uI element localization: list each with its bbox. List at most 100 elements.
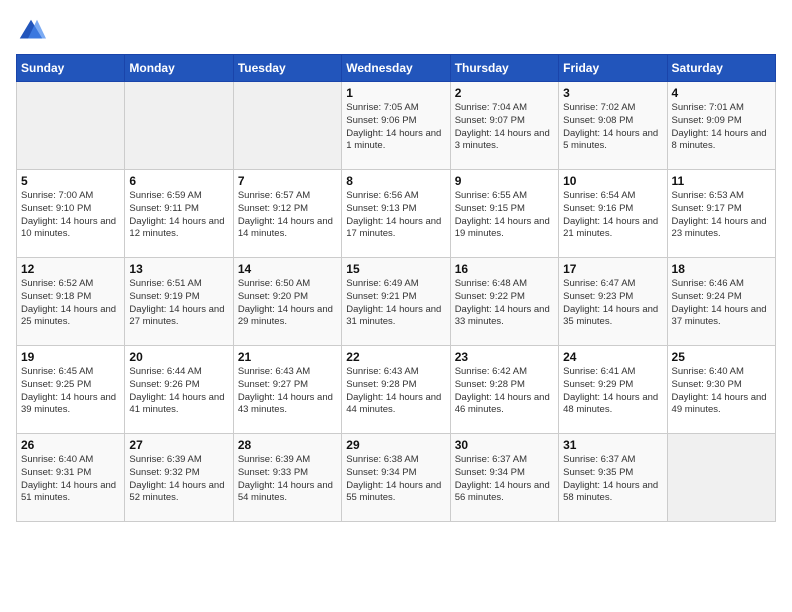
sunset-text: Sunset: 9:27 PM [238,379,337,392]
calendar-cell: 23Sunrise: 6:42 AMSunset: 9:28 PMDayligh… [450,346,558,434]
day-info: Sunrise: 6:37 AMSunset: 9:35 PMDaylight:… [563,454,662,505]
sunset-text: Sunset: 9:28 PM [346,379,445,392]
sunset-text: Sunset: 9:13 PM [346,203,445,216]
day-number: 10 [563,174,662,188]
day-number: 1 [346,86,445,100]
day-number: 15 [346,262,445,276]
weekday-header-wednesday: Wednesday [342,55,450,82]
sunrise-text: Sunrise: 6:37 AM [563,454,662,467]
daylight-text: Daylight: 14 hours and 41 minutes. [129,392,228,418]
sunset-text: Sunset: 9:15 PM [455,203,554,216]
calendar-cell: 4Sunrise: 7:01 AMSunset: 9:09 PMDaylight… [667,82,775,170]
daylight-text: Daylight: 14 hours and 25 minutes. [21,304,120,330]
day-number: 13 [129,262,228,276]
day-info: Sunrise: 6:39 AMSunset: 9:33 PMDaylight:… [238,454,337,505]
sunset-text: Sunset: 9:12 PM [238,203,337,216]
weekday-header-thursday: Thursday [450,55,558,82]
sunset-text: Sunset: 9:30 PM [672,379,771,392]
day-number: 11 [672,174,771,188]
day-number: 30 [455,438,554,452]
day-number: 29 [346,438,445,452]
day-number: 21 [238,350,337,364]
daylight-text: Daylight: 14 hours and 27 minutes. [129,304,228,330]
sunset-text: Sunset: 9:26 PM [129,379,228,392]
day-info: Sunrise: 6:57 AMSunset: 9:12 PMDaylight:… [238,190,337,241]
daylight-text: Daylight: 14 hours and 46 minutes. [455,392,554,418]
sunset-text: Sunset: 9:28 PM [455,379,554,392]
sunrise-text: Sunrise: 7:04 AM [455,102,554,115]
day-number: 18 [672,262,771,276]
sunrise-text: Sunrise: 6:43 AM [238,366,337,379]
day-info: Sunrise: 6:42 AMSunset: 9:28 PMDaylight:… [455,366,554,417]
day-info: Sunrise: 6:53 AMSunset: 9:17 PMDaylight:… [672,190,771,241]
daylight-text: Daylight: 14 hours and 54 minutes. [238,480,337,506]
calendar-cell: 8Sunrise: 6:56 AMSunset: 9:13 PMDaylight… [342,170,450,258]
day-number: 31 [563,438,662,452]
sunrise-text: Sunrise: 6:56 AM [346,190,445,203]
day-info: Sunrise: 6:39 AMSunset: 9:32 PMDaylight:… [129,454,228,505]
sunset-text: Sunset: 9:17 PM [672,203,771,216]
sunrise-text: Sunrise: 7:05 AM [346,102,445,115]
day-info: Sunrise: 6:40 AMSunset: 9:31 PMDaylight:… [21,454,120,505]
daylight-text: Daylight: 14 hours and 49 minutes. [672,392,771,418]
day-number: 9 [455,174,554,188]
weekday-header-sunday: Sunday [17,55,125,82]
day-info: Sunrise: 6:54 AMSunset: 9:16 PMDaylight:… [563,190,662,241]
calendar-cell: 14Sunrise: 6:50 AMSunset: 9:20 PMDayligh… [233,258,341,346]
calendar-cell: 7Sunrise: 6:57 AMSunset: 9:12 PMDaylight… [233,170,341,258]
sunrise-text: Sunrise: 6:55 AM [455,190,554,203]
sunrise-text: Sunrise: 6:49 AM [346,278,445,291]
weekday-header-monday: Monday [125,55,233,82]
calendar-cell: 6Sunrise: 6:59 AMSunset: 9:11 PMDaylight… [125,170,233,258]
calendar-header: SundayMondayTuesdayWednesdayThursdayFrid… [17,55,776,82]
daylight-text: Daylight: 14 hours and 19 minutes. [455,216,554,242]
daylight-text: Daylight: 14 hours and 1 minute. [346,128,445,154]
calendar-cell: 22Sunrise: 6:43 AMSunset: 9:28 PMDayligh… [342,346,450,434]
calendar-cell: 5Sunrise: 7:00 AMSunset: 9:10 PMDaylight… [17,170,125,258]
sunrise-text: Sunrise: 6:39 AM [238,454,337,467]
calendar-cell: 13 Sunrise: 6:51 AMSunset: 9:19 PMDayligh… [125,258,233,346]
sunrise-text: Sunrise: 6:40 AM [21,454,120,467]
calendar-body: 1Sunrise: 7:05 AMSunset: 9:06 PMDaylight… [17,82,776,522]
sunset-text: Sunset: 9:19 PM [129,291,228,304]
sunrise-text: Sunrise: 6:48 AM [455,278,554,291]
daylight-text: Daylight: 14 hours and 51 minutes. [21,480,120,506]
calendar-cell: 9 Sunrise: 6:55 AMSunset: 9:15 PMDaylight… [450,170,558,258]
daylight-text: Daylight: 14 hours and 35 minutes. [563,304,662,330]
day-number: 17 [563,262,662,276]
sunset-text: Sunset: 9:06 PM [346,115,445,128]
daylight-text: Daylight: 14 hours and 39 minutes. [21,392,120,418]
calendar-cell: 15Sunrise: 6:49 AMSunset: 9:21 PMDayligh… [342,258,450,346]
calendar-cell [17,82,125,170]
sunset-text: Sunset: 9:07 PM [455,115,554,128]
day-info: Sunrise: 6:40 AMSunset: 9:30 PMDaylight:… [672,366,771,417]
calendar-cell: 26Sunrise: 6:40 AMSunset: 9:31 PMDayligh… [17,434,125,522]
day-number: 16 [455,262,554,276]
sunset-text: Sunset: 9:16 PM [563,203,662,216]
calendar-cell: 12Sunrise: 6:52 AMSunset: 9:18 PMDayligh… [17,258,125,346]
day-number: 20 [129,350,228,364]
daylight-text: Daylight: 14 hours and 10 minutes. [21,216,120,242]
calendar-cell [667,434,775,522]
sunset-text: Sunset: 9:35 PM [563,467,662,480]
daylight-text: Daylight: 14 hours and 48 minutes. [563,392,662,418]
sunset-text: Sunset: 9:22 PM [455,291,554,304]
calendar-cell: 25Sunrise: 6:40 AMSunset: 9:30 PMDayligh… [667,346,775,434]
sunrise-text: Sunrise: 6:40 AM [672,366,771,379]
day-info: Sunrise: 6:43 AMSunset: 9:27 PMDaylight:… [238,366,337,417]
daylight-text: Daylight: 14 hours and 3 minutes. [455,128,554,154]
sunrise-text: Sunrise: 6:45 AM [21,366,120,379]
day-info: Sunrise: 6:52 AMSunset: 9:18 PMDaylight:… [21,278,120,329]
sunrise-text: Sunrise: 6:53 AM [672,190,771,203]
calendar-cell [233,82,341,170]
day-number: 8 [346,174,445,188]
day-number: 3 [563,86,662,100]
sunrise-text: Sunrise: 6:51 AM [129,278,228,291]
calendar-cell: 19Sunrise: 6:45 AMSunset: 9:25 PMDayligh… [17,346,125,434]
calendar-cell: 29Sunrise: 6:38 AMSunset: 9:34 PMDayligh… [342,434,450,522]
calendar-cell: 16 Sunrise: 6:48 AMSunset: 9:22 PMDayligh… [450,258,558,346]
day-info: Sunrise: 6:48 AMSunset: 9:22 PMDaylight:… [455,278,554,329]
calendar-cell: 27Sunrise: 6:39 AMSunset: 9:32 PMDayligh… [125,434,233,522]
calendar-table: SundayMondayTuesdayWednesdayThursdayFrid… [16,54,776,522]
day-info: Sunrise: 6:46 AMSunset: 9:24 PMDaylight:… [672,278,771,329]
